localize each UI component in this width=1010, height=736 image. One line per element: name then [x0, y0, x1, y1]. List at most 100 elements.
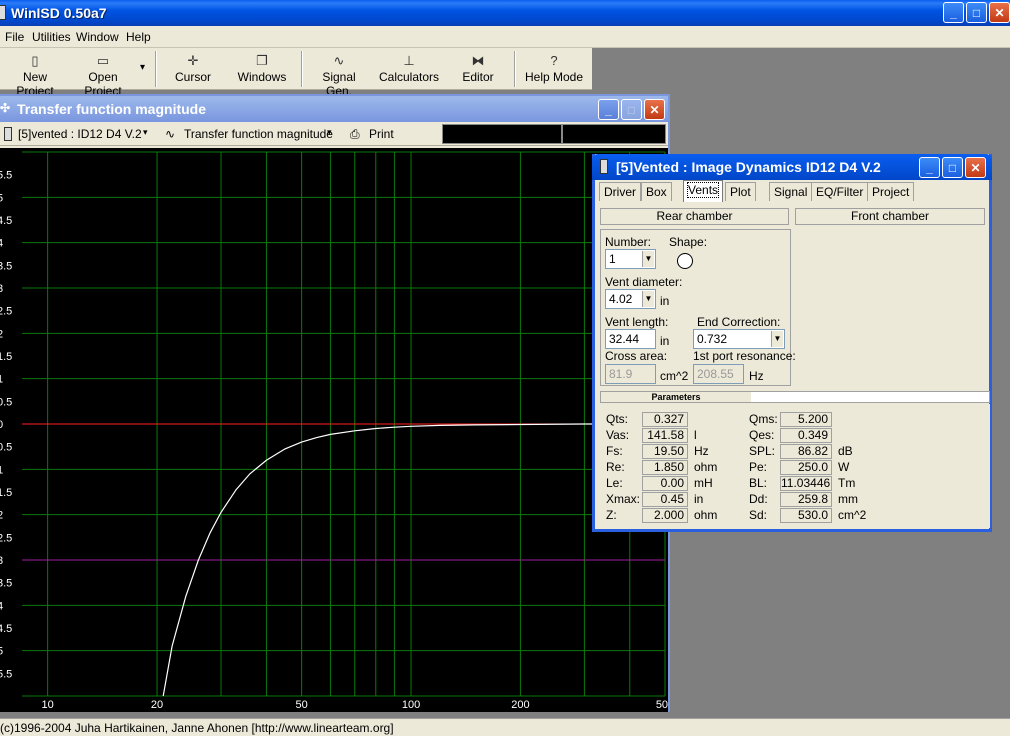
windows-label: Windows	[237, 70, 287, 84]
help-mode-icon: ?	[550, 53, 558, 68]
param-unit: dB	[838, 444, 853, 458]
signal-gen-button[interactable]: ∿ Signal Gen.	[308, 52, 370, 98]
menu-utilities[interactable]: Utilities	[32, 30, 71, 44]
tab-vents[interactable]: Vents	[683, 180, 724, 202]
param-value: 5.200	[780, 412, 832, 427]
vent-diameter-dropdown-icon[interactable]: ▼	[642, 291, 654, 307]
print-button[interactable]: Print	[369, 127, 394, 141]
y-tick-label: 5.5	[0, 668, 12, 680]
param-label: Pe:	[749, 460, 768, 474]
y-tick-label: 3	[0, 283, 3, 295]
end-correction-select[interactable]: 0.732 ▼	[693, 329, 785, 349]
project-window-title-bar: [5]Vented : Image Dynamics ID12 D4 V.2 _…	[592, 154, 992, 180]
param-label: Sd:	[749, 508, 768, 522]
calculators-label: Calculators	[378, 70, 440, 84]
param-value: 86.82	[780, 444, 832, 459]
param-label: Fs:	[606, 444, 623, 458]
tab-signal[interactable]: Signal	[769, 182, 813, 201]
project-icon	[4, 127, 12, 141]
windows-button[interactable]: ❐ Windows	[236, 52, 288, 88]
menu-help[interactable]: Help	[126, 30, 151, 44]
graph-type-icon: ∿	[165, 127, 176, 141]
round-shape-icon[interactable]	[677, 253, 693, 269]
x-tick-label: 100	[402, 699, 420, 711]
app-title: WinISD 0.50a7	[11, 5, 107, 21]
number-dropdown-icon[interactable]: ▼	[642, 251, 654, 267]
project-maximize-button[interactable]: □	[942, 157, 963, 178]
parameters-panel: Qts: 0.327 Vas: 141.58 l Fs: 19.50 Hz Re: 1.850 oh…	[598, 404, 990, 528]
param-value: 250.0	[780, 460, 832, 475]
new-project-button[interactable]: ▯ New Project	[4, 52, 66, 98]
cursor-readout-y	[562, 124, 666, 144]
x-tick-label: 500	[656, 699, 668, 711]
plot-close-button[interactable]: ✕	[644, 99, 665, 120]
toolbar-separator	[301, 51, 303, 87]
tab-project[interactable]: Project	[867, 182, 915, 201]
calculators-button[interactable]: ⊥ Calculators	[378, 52, 440, 88]
vent-diameter-label: Vent diameter:	[605, 275, 683, 289]
graph-type-select[interactable]: Transfer function magnitude	[184, 127, 333, 141]
project-select[interactable]: [5]vented : ID12 D4 V.2	[18, 127, 142, 141]
menu-file[interactable]: File	[5, 30, 24, 44]
status-copyright: (c)1996-2004 Juha Hartikainen, Janne Aho…	[0, 721, 394, 735]
param-value: 0.349	[780, 428, 832, 443]
number-label: Number:	[605, 235, 652, 249]
end-correction-dropdown-icon[interactable]: ▼	[771, 331, 783, 347]
y-tick-label: 2.5	[0, 532, 12, 544]
port-resonance-field: 208.55	[693, 364, 744, 384]
close-button[interactable]: ✕	[989, 2, 1010, 23]
project-close-button[interactable]: ✕	[965, 157, 986, 178]
param-label: Z:	[606, 508, 617, 522]
y-tick-label: 4	[0, 600, 3, 612]
cursor-label: Cursor	[174, 70, 211, 84]
tab-eq-filter[interactable]: EQ/Filter	[811, 182, 869, 201]
front-chamber-button[interactable]: Front chamber	[795, 208, 985, 225]
project-window: [5]Vented : Image Dynamics ID12 D4 V.2 _…	[592, 154, 992, 532]
vent-diameter-select[interactable]: 4.02 ▼	[605, 289, 656, 309]
plot-window-title-bar: ✣ Transfer function magnitude _ □ ✕	[0, 96, 668, 122]
maximize-button[interactable]: □	[966, 2, 987, 23]
plot-maximize-button[interactable]: □	[621, 99, 642, 120]
number-select[interactable]: 1 ▼	[605, 249, 656, 269]
y-tick-label: 4.5	[0, 215, 12, 227]
project-window-icon	[600, 159, 608, 174]
project-select-dropdown-icon[interactable]: ▾	[143, 127, 148, 138]
x-tick-label: 10	[42, 699, 54, 711]
plot-minimize-button[interactable]: _	[598, 99, 619, 120]
menu-window[interactable]: Window	[76, 30, 119, 44]
signal-gen-icon: ∿	[333, 53, 345, 68]
editor-button[interactable]: ⧓ Editor	[458, 52, 498, 88]
pin-icon: ✣	[0, 101, 11, 115]
graph-type-dropdown-icon[interactable]: ▾	[327, 127, 332, 138]
param-unit: cm^2	[838, 508, 867, 522]
project-minimize-button[interactable]: _	[919, 157, 940, 178]
help-mode-button[interactable]: ? Help Mode	[524, 52, 584, 88]
port-resonance-unit: Hz	[749, 369, 764, 383]
tab-box[interactable]: Box	[641, 182, 672, 201]
param-value: 259.8	[780, 492, 832, 507]
menu-bar: File Utilities Window Help	[0, 26, 1010, 48]
cursor-button[interactable]: ✛ Cursor	[170, 52, 216, 88]
rear-chamber-button[interactable]: Rear chamber	[600, 208, 789, 225]
param-value: 530.0	[780, 508, 832, 523]
editor-icon: ⧓	[471, 53, 485, 68]
plot-area[interactable]: 5.5 5 4.5 4 3.5 3 2.5 2 1.5 1 0.5 0 0.5 1 1.5 2 2.5 3 3.5 4…	[0, 148, 674, 712]
open-project-dropdown-icon[interactable]: ▾	[140, 62, 145, 73]
param-value: 11.03446	[780, 476, 832, 491]
parameters-splitter[interactable]: Parameters	[600, 391, 990, 403]
main-toolbar: ▯ New Project ▭ Open Project ▾ ✛ Cursor …	[0, 48, 592, 98]
tab-driver[interactable]: Driver	[599, 182, 641, 201]
end-correction-label: End Correction:	[697, 315, 781, 329]
tab-plot[interactable]: Plot	[725, 182, 756, 201]
vent-length-input[interactable]: 32.44	[605, 329, 656, 349]
x-tick-label: 200	[511, 699, 529, 711]
param-label: Vas:	[606, 428, 630, 442]
open-project-button[interactable]: ▭ Open Project	[70, 52, 136, 98]
y-tick-label: 0.5	[0, 396, 12, 408]
y-tick-label: 2	[0, 328, 3, 340]
y-tick-label: 2	[0, 510, 3, 522]
minimize-button[interactable]: _	[943, 2, 964, 23]
port-resonance-label: 1st port resonance:	[693, 349, 796, 363]
cross-area-unit: cm^2	[660, 369, 689, 383]
plot-window: ✣ Transfer function magnitude _ □ ✕ [5]v…	[0, 94, 674, 712]
